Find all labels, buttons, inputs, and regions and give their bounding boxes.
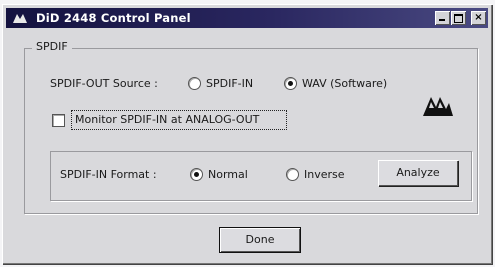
close-button[interactable]: × [471,11,486,25]
maximize-button[interactable] [451,11,466,25]
radio-inverse-indicator[interactable] [286,168,299,181]
monitor-checkbox-label: Monitor SPDIF-IN at ANALOG-OUT [75,113,260,126]
window-title: DiD 2448 Control Panel [36,11,191,25]
control-panel-window: DiD 2448 Control Panel × SPDIF SPDIF-OUT… [2,4,492,264]
radio-spdif-in[interactable]: SPDIF-IN [188,75,278,91]
radio-normal-label: Normal [208,168,248,181]
maximize-icon [454,14,463,23]
monitor-checkbox-row[interactable]: Monitor SPDIF-IN at ANALOG-OUT [52,110,292,130]
analyze-button[interactable]: Analyze [378,160,458,186]
radio-inverse-label: Inverse [304,168,345,181]
monitor-checkbox[interactable] [52,114,65,127]
brand-logo-icon [423,97,453,116]
radio-normal-indicator[interactable] [190,168,203,181]
spdif-out-source-label: SPDIF-OUT Source : [50,77,158,90]
radio-spdif-in-indicator[interactable] [188,77,201,90]
radio-wav-software-indicator[interactable] [284,77,297,90]
radio-spdif-in-label: SPDIF-IN [206,77,254,90]
spdif-in-format-label: SPDIF-IN Format : [60,168,157,181]
minimize-icon [439,19,445,21]
radio-inverse[interactable]: Inverse [286,165,366,181]
minimize-button[interactable] [435,11,450,25]
app-icon [13,14,27,23]
done-button[interactable]: Done [219,227,301,253]
spdif-group-label: SPDIF [32,40,72,53]
radio-wav-software-label: WAV (Software) [302,77,388,90]
title-bar[interactable]: DiD 2448 Control Panel × [6,8,488,28]
close-icon: × [474,12,483,23]
radio-wav-software[interactable]: WAV (Software) [284,75,414,91]
radio-normal[interactable]: Normal [190,165,270,181]
